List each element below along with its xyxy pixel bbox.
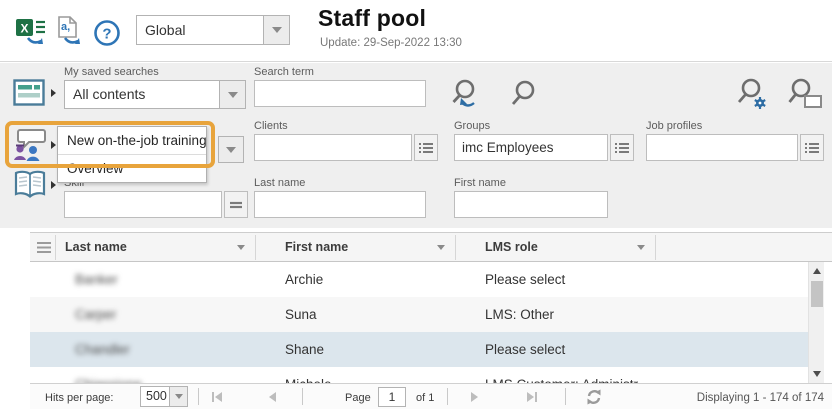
cell-lms-role: LMS: Other <box>485 297 554 332</box>
column-lms-role-sort-arrow[interactable] <box>637 245 645 250</box>
last-name-filter-label: Last name <box>254 177 305 189</box>
search-icon[interactable] <box>508 79 542 116</box>
cell-last-name: Chandler <box>75 332 130 367</box>
table-header: Last name First name LMS role <box>30 232 832 262</box>
displaying-count: Displaying 1 - 174 of 174 <box>697 392 824 404</box>
scope-dropdown-value: Global <box>137 16 263 44</box>
saved-searches-label: My saved searches <box>64 66 159 78</box>
scope-dropdown[interactable]: Global <box>136 15 290 45</box>
search-term-label: Search term <box>254 66 314 78</box>
column-header-first-name[interactable]: First name <box>285 233 348 261</box>
last-name-input[interactable] <box>254 191 426 218</box>
scroll-up-arrow-icon[interactable] <box>813 268 821 274</box>
excel-export-icon[interactable]: X <box>15 17 51 53</box>
cell-lms-role: Please select <box>485 262 565 297</box>
csv-export-icon[interactable]: a, <box>55 16 87 53</box>
cell-last-name: Chiassione <box>75 367 142 383</box>
hits-per-page-label: Hits per page: <box>45 392 113 404</box>
refresh-icon[interactable] <box>585 388 603 411</box>
on-the-job-training-expand-arrow[interactable] <box>51 141 56 149</box>
clients-label: Clients <box>254 120 288 132</box>
reset-search-icon[interactable] <box>450 77 490 118</box>
menu-item-overview[interactable]: Overview <box>58 155 206 182</box>
table-row[interactable]: Chiassione Michele LMS Customer: Adminis… <box>30 367 808 383</box>
hits-per-page-arrow[interactable] <box>169 387 187 406</box>
column-first-name-sort-arrow[interactable] <box>437 245 445 250</box>
svg-text:a,: a, <box>61 21 70 33</box>
saved-searches-dropdown[interactable]: All contents <box>64 80 246 109</box>
first-name-filter-label: First name <box>454 177 506 189</box>
saved-search-panel-icon[interactable] <box>13 79 46 112</box>
table-row-selected[interactable]: Chandler Shane Please select <box>30 332 808 367</box>
scrollbar-thumb[interactable] <box>811 281 823 307</box>
column-header-lms-role[interactable]: LMS role <box>485 233 538 261</box>
table-body: Banker Archie Please select Carper Suna … <box>30 262 808 383</box>
groups-label: Groups <box>454 120 490 132</box>
svg-text:X: X <box>20 22 28 36</box>
page-of-label: of 1 <box>416 392 434 404</box>
table-row[interactable]: Carper Suna LMS: Other <box>30 297 808 332</box>
column-menu-icon[interactable] <box>37 241 51 259</box>
skill-picker-icon[interactable] <box>224 191 248 218</box>
menu-item-new-on-the-job-training[interactable]: New on-the-job training <box>58 127 206 154</box>
cell-last-name: Banker <box>75 262 118 297</box>
column-header-last-name[interactable]: Last name <box>65 233 127 261</box>
previous-page-icon[interactable] <box>265 390 279 409</box>
page-title: Staff pool <box>318 5 426 32</box>
scope-dropdown-arrow[interactable] <box>263 16 289 44</box>
first-name-input[interactable] <box>454 191 608 218</box>
catalogue-expand-arrow[interactable] <box>51 181 56 189</box>
search-profile-icon[interactable] <box>786 77 826 118</box>
covered-dropdown-arrow[interactable] <box>218 136 244 163</box>
catalogue-book-icon[interactable] <box>13 170 47 205</box>
on-the-job-training-icon[interactable] <box>11 127 47 168</box>
saved-search-expand-arrow[interactable] <box>51 89 56 97</box>
last-page-icon[interactable] <box>525 390 539 409</box>
search-settings-icon[interactable] <box>734 77 774 118</box>
cell-lms-role: LMS Customer: Administr <box>485 367 638 383</box>
cell-last-name: Carper <box>75 297 116 332</box>
clients-picker-icon[interactable] <box>414 134 438 161</box>
page-number-input[interactable] <box>378 387 406 407</box>
hits-per-page-dropdown[interactable]: 500 <box>140 386 188 407</box>
cell-first-name: Michele <box>285 367 332 383</box>
vertical-scrollbar[interactable] <box>808 262 824 383</box>
job-profiles-input[interactable] <box>646 134 798 161</box>
groups-picker-icon[interactable] <box>610 134 634 161</box>
pagination-bar: Hits per page: 500 Page of 1 Displaying … <box>30 383 832 409</box>
update-timestamp: Update: 29-Sep-2022 13:30 <box>320 37 462 49</box>
hits-per-page-value: 500 <box>141 387 169 406</box>
page-label: Page <box>345 392 371 404</box>
job-profiles-label: Job profiles <box>646 120 702 132</box>
job-profiles-picker-icon[interactable] <box>800 134 824 161</box>
cell-first-name: Shane <box>285 332 324 367</box>
cell-first-name: Archie <box>285 262 323 297</box>
saved-searches-value: All contents <box>65 81 219 108</box>
cell-lms-role: Please select <box>485 332 565 367</box>
column-last-name-sort-arrow[interactable] <box>237 245 245 250</box>
table-row[interactable]: Banker Archie Please select <box>30 262 808 297</box>
skill-input[interactable] <box>64 191 222 218</box>
scroll-down-arrow-icon[interactable] <box>813 371 821 377</box>
on-the-job-training-menu: New on-the-job training Overview <box>57 126 207 183</box>
search-term-input[interactable] <box>254 80 426 107</box>
svg-text:?: ? <box>102 26 111 43</box>
groups-input[interactable] <box>454 134 608 161</box>
clients-input[interactable] <box>254 134 412 161</box>
cell-first-name: Suna <box>285 297 317 332</box>
help-icon[interactable]: ? <box>93 19 121 52</box>
saved-searches-arrow[interactable] <box>219 81 245 108</box>
first-page-icon[interactable] <box>210 390 224 409</box>
next-page-icon[interactable] <box>468 390 482 409</box>
